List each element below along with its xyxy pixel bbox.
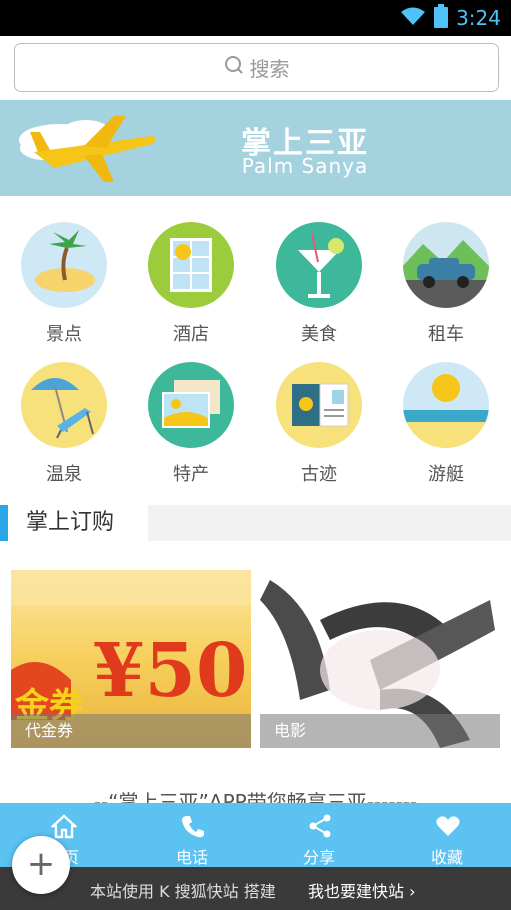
section-accent-bar (0, 505, 8, 541)
search-input[interactable]: 搜索 (14, 43, 499, 92)
nav-share[interactable]: 分享 (269, 803, 369, 867)
card-caption: 电影 (260, 714, 500, 748)
status-bar: 3:24 (0, 0, 511, 36)
sun-sea-icon (403, 362, 489, 448)
category-hotel[interactable]: 酒店 (146, 222, 236, 346)
movie-card[interactable]: 电影 (260, 570, 500, 748)
section-header: 掌上订购 (0, 505, 511, 541)
voucher-amount-text: ¥50 (93, 628, 248, 714)
wifi-icon (400, 6, 426, 30)
island-palm-icon (21, 222, 107, 308)
banner-subtitle: Palm Sanya (241, 154, 369, 178)
hotel-window-icon (148, 222, 234, 308)
category-label: 美食 (301, 324, 337, 345)
beach-chair-icon (21, 362, 107, 448)
nav-label: 分享 (302, 848, 335, 867)
bottom-nav: 首页 电话 分享 收藏 (0, 803, 511, 867)
section-title: 掌上订购 (8, 505, 148, 541)
category-food[interactable]: 美食 (274, 222, 364, 346)
build-site-link[interactable]: 我也要建快站 › (308, 878, 416, 902)
nav-label: 电话 (175, 848, 208, 867)
powered-by-footer: 本站使用 K 搜狐快站 搭建 我也要建快站 › (0, 867, 511, 910)
car-icon (403, 222, 489, 308)
category-label: 景点 (46, 324, 82, 345)
nav-label: 收藏 (430, 848, 463, 867)
card-caption: 代金券 (11, 714, 251, 748)
phone-icon (182, 816, 204, 838)
add-floating-button[interactable]: + (12, 836, 70, 894)
nav-phone[interactable]: 电话 (142, 803, 242, 867)
passport-icon (276, 362, 362, 448)
category-specialty[interactable]: 特产 (146, 362, 236, 486)
category-label: 古迹 (301, 464, 337, 485)
clock: 3:24 (456, 6, 501, 30)
category-historic-site[interactable]: 古迹 (274, 362, 364, 486)
category-scenic[interactable]: 景点 (19, 222, 109, 346)
category-label: 特产 (173, 464, 209, 485)
voucher-card[interactable]: 金券 ¥50 代金券 (11, 570, 251, 748)
search-icon (224, 55, 250, 80)
category-label: 酒店 (173, 324, 209, 345)
cocktail-icon (276, 222, 362, 308)
footer-text: 本站使用 K 搜狐快站 搭建 (90, 882, 276, 901)
category-label: 租车 (428, 324, 464, 345)
category-yacht[interactable]: 游艇 (401, 362, 491, 486)
heart-icon (436, 816, 460, 836)
category-label: 游艇 (428, 464, 464, 485)
home-icon (51, 814, 77, 839)
search-placeholder: 搜索 (249, 57, 290, 81)
category-car-rental[interactable]: 租车 (401, 222, 491, 346)
category-label: 温泉 (46, 464, 82, 485)
app-screen: 3:24 搜索 掌上三亚 Palm Sanya 景点 酒店 美食 租车 温泉 特… (0, 0, 511, 910)
postcard-icon (148, 362, 234, 448)
share-icon (309, 814, 331, 838)
battery-icon (434, 4, 449, 32)
category-hot-spring[interactable]: 温泉 (19, 362, 109, 486)
hero-banner: 掌上三亚 Palm Sanya (0, 100, 511, 196)
nav-favorite[interactable]: 收藏 (397, 803, 497, 867)
airplane-icon (14, 108, 164, 192)
